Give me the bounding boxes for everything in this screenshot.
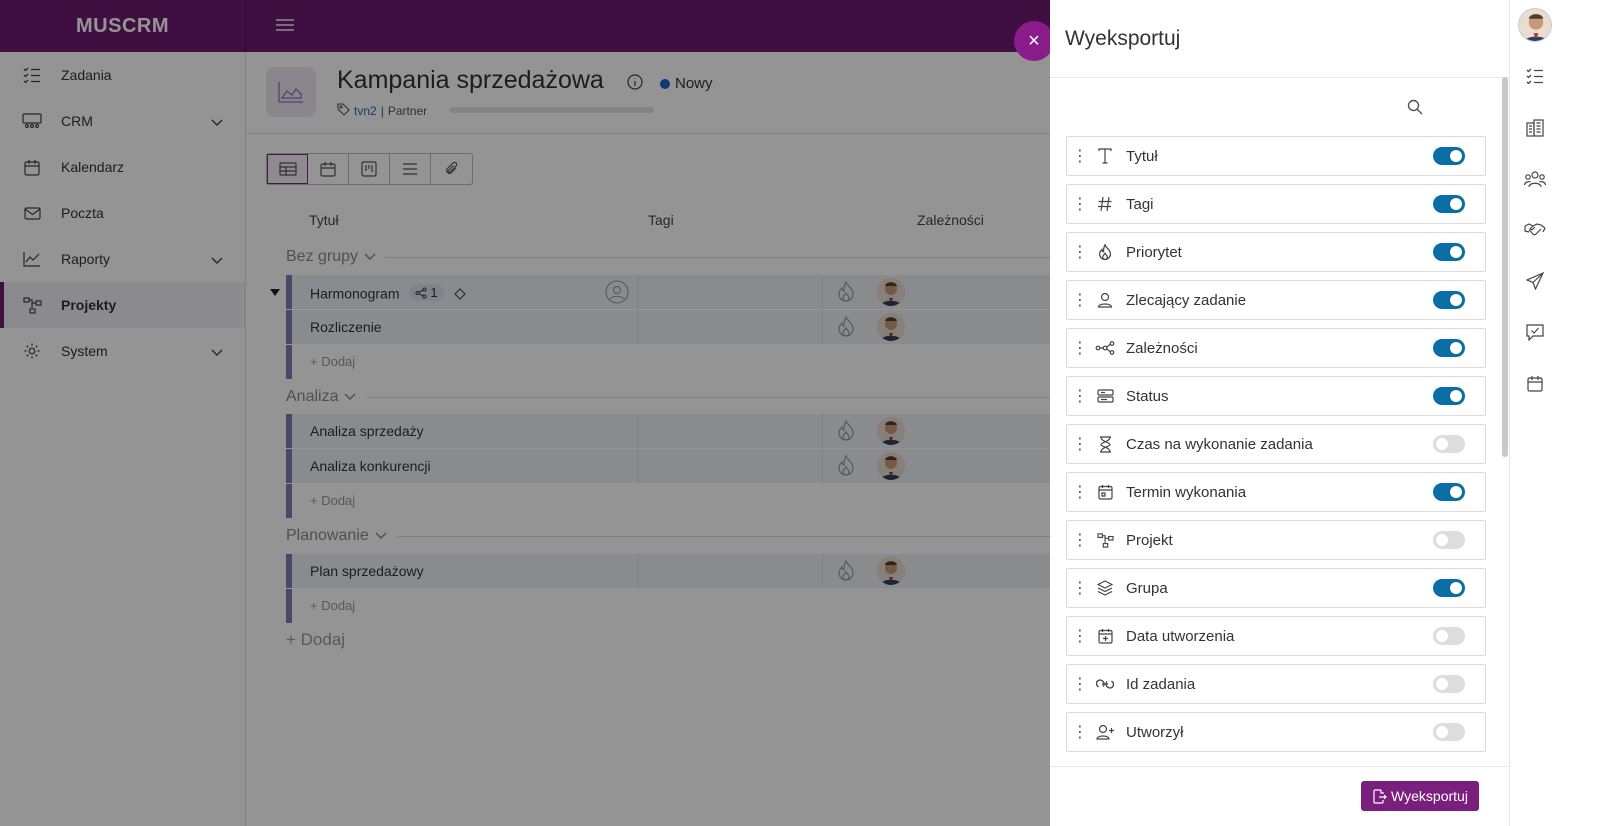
drawer-title: Wyeksportuj (1065, 27, 1181, 50)
export-field-item[interactable]: ⋮ Zależności (1066, 328, 1486, 368)
drag-handle-icon[interactable]: ⋮ (1067, 386, 1093, 406)
export-field-toggle[interactable] (1433, 387, 1465, 405)
drag-handle-icon[interactable]: ⋮ (1067, 338, 1093, 358)
export-field-item[interactable]: ⋮ Grupa (1066, 568, 1486, 608)
user-plus-icon (1093, 720, 1117, 744)
drawer-scrollbar[interactable] (1502, 77, 1508, 457)
export-field-toggle[interactable] (1433, 291, 1465, 309)
handshake-icon[interactable] (1524, 219, 1546, 241)
tasks-icon[interactable] (1524, 65, 1546, 87)
export-field-label: Czas na wykonanie zadania (1126, 435, 1313, 453)
drag-handle-icon[interactable]: ⋮ (1067, 146, 1093, 166)
export-field-label: Data utworzenia (1126, 627, 1235, 645)
right-rail (1510, 0, 1600, 826)
drag-handle-icon[interactable]: ⋮ (1067, 290, 1093, 310)
export-field-item[interactable]: ⋮ Priorytet (1066, 232, 1486, 272)
drag-handle-icon[interactable]: ⋮ (1067, 194, 1093, 214)
export-field-item[interactable]: ⋮ Tagi (1066, 184, 1486, 224)
chat-check-icon[interactable] (1524, 321, 1546, 343)
dependency-icon (1093, 336, 1117, 360)
user-avatar[interactable] (1518, 8, 1552, 42)
text-icon (1093, 144, 1117, 168)
hourglass-icon (1093, 432, 1117, 456)
hash-icon (1093, 192, 1117, 216)
export-field-toggle[interactable] (1433, 483, 1465, 501)
export-field-item[interactable]: ⋮ Czas na wykonanie zadania (1066, 424, 1486, 464)
modal-backdrop[interactable] (0, 0, 1050, 826)
export-field-item[interactable]: ⋮ Projekt (1066, 520, 1486, 560)
drag-handle-icon[interactable]: ⋮ (1067, 482, 1093, 502)
export-field-toggle[interactable] (1433, 195, 1465, 213)
send-icon[interactable] (1524, 270, 1546, 292)
export-drawer: Wyeksportuj ⋮ Tytuł ⋮ Tagi ⋮ Priorytet ⋮… (1050, 0, 1510, 826)
close-drawer-button[interactable]: × (1014, 21, 1054, 61)
export-field-label: Id zadania (1126, 675, 1196, 693)
export-field-label: Grupa (1126, 579, 1168, 597)
export-field-toggle[interactable] (1433, 627, 1465, 645)
export-field-item[interactable]: ⋮ Id zadania (1066, 664, 1486, 704)
export-field-toggle[interactable] (1433, 147, 1465, 165)
export-field-toggle[interactable] (1433, 675, 1465, 693)
drag-handle-icon[interactable]: ⋮ (1067, 530, 1093, 550)
link-icon (1093, 672, 1117, 696)
export-field-item[interactable]: ⋮ Utworzył (1066, 712, 1486, 752)
export-field-label: Utworzył (1126, 723, 1184, 741)
export-field-item[interactable]: ⋮ Termin wykonania (1066, 472, 1486, 512)
calendar-icon (1093, 480, 1117, 504)
export-field-label: Projekt (1126, 531, 1173, 549)
export-field-toggle[interactable] (1433, 531, 1465, 549)
drag-handle-icon[interactable]: ⋮ (1067, 722, 1093, 742)
drag-handle-icon[interactable]: ⋮ (1067, 674, 1093, 694)
drawer-divider (1050, 77, 1510, 78)
export-field-toggle[interactable] (1433, 723, 1465, 741)
drag-handle-icon[interactable]: ⋮ (1067, 578, 1093, 598)
search-icon[interactable] (1407, 99, 1423, 120)
export-field-toggle[interactable] (1433, 339, 1465, 357)
drag-handle-icon[interactable]: ⋮ (1067, 626, 1093, 646)
file-export-icon (1373, 788, 1387, 804)
calendar-plus-icon (1093, 624, 1117, 648)
building-icon[interactable] (1524, 117, 1546, 139)
drag-handle-icon[interactable]: ⋮ (1067, 242, 1093, 262)
export-field-label: Zależności (1126, 339, 1198, 357)
export-field-label: Zlecający zadanie (1126, 291, 1247, 309)
export-field-toggle[interactable] (1433, 579, 1465, 597)
export-button[interactable]: Wyeksportuj (1361, 781, 1479, 811)
export-field-item[interactable]: ⋮ Data utworzenia (1066, 616, 1486, 656)
export-field-list: ⋮ Tytuł ⋮ Tagi ⋮ Priorytet ⋮ Zlecający z… (1066, 136, 1486, 762)
people-icon[interactable] (1524, 168, 1546, 190)
drawer-footer-divider (1050, 766, 1510, 767)
export-field-toggle[interactable] (1433, 243, 1465, 261)
export-button-label: Wyeksportuj (1391, 788, 1468, 804)
export-field-item[interactable]: ⋮ Status (1066, 376, 1486, 416)
export-field-label: Tagi (1126, 195, 1154, 213)
layers-icon (1093, 576, 1117, 600)
calendar-icon[interactable] (1524, 372, 1546, 394)
export-field-label: Tytuł (1126, 147, 1158, 165)
export-field-item[interactable]: ⋮ Zlecający zadanie (1066, 280, 1486, 320)
drag-handle-icon[interactable]: ⋮ (1067, 434, 1093, 454)
export-field-label: Priorytet (1126, 243, 1182, 261)
fire-icon (1093, 240, 1117, 264)
export-field-label: Termin wykonania (1126, 483, 1247, 501)
status-icon (1093, 384, 1117, 408)
export-field-toggle[interactable] (1433, 435, 1465, 453)
project-icon (1093, 528, 1117, 552)
export-field-label: Status (1126, 387, 1169, 405)
export-field-item[interactable]: ⋮ Tytuł (1066, 136, 1486, 176)
user-icon (1093, 288, 1117, 312)
